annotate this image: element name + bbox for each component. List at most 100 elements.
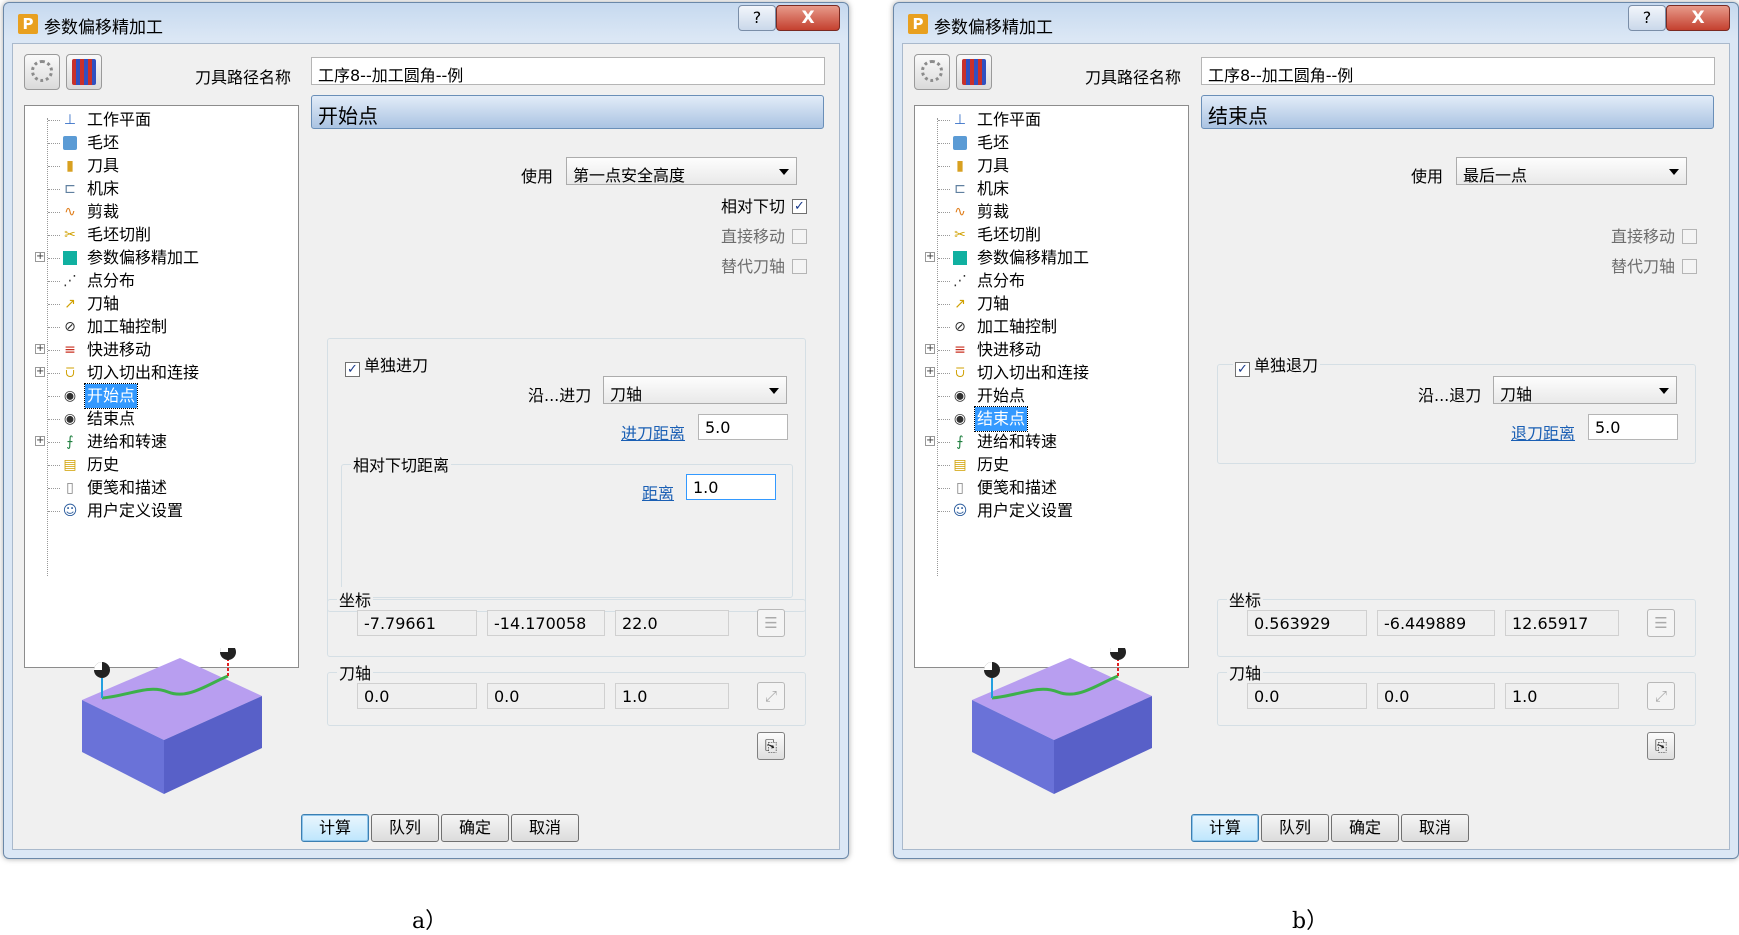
leads-links-icon: ⩂ [955,365,965,381]
approach-distance-input[interactable]: 5.0 [698,414,788,440]
recycle-icon[interactable] [24,54,60,90]
toolpath-preview-icon[interactable] [66,54,102,90]
along-select-value: 刀轴 [610,385,643,404]
queue-button[interactable]: 队列 [1261,814,1329,842]
tree-connector [48,396,60,397]
tree-connector [938,235,950,236]
tree-connector [48,304,60,305]
tree-connector [48,235,60,236]
use-label: 使用 [521,167,554,186]
tree-item-label: 开始点 [977,386,1026,405]
use-select-value: 最后一点 [1463,166,1528,185]
tree-connector [938,327,950,328]
separate-approach-checkbox[interactable]: ✓ 单独进刀 [343,352,431,377]
title-bar[interactable]: P 参数偏移精加工 ? X [894,3,1738,43]
rapid-move-icon: ≡ [64,342,76,358]
help-button[interactable]: ? [1628,5,1666,31]
expand-icon[interactable]: + [925,344,935,354]
close-button[interactable]: X [776,5,840,31]
user-settings-icon: ☺ [952,503,968,519]
tree-connector [48,373,60,374]
tool-axis-label: 刀轴 [337,660,374,684]
check-icon: ✓ [1235,362,1250,377]
approach-distance-link[interactable]: 进刀距离 [621,420,685,444]
recycle-icon[interactable] [914,54,950,90]
tree-connector [48,488,60,489]
coord-x: 0.563929 [1247,610,1367,636]
tree-item-label: 加工轴控制 [977,317,1058,336]
direct-move-label: 直接移动 [720,227,785,246]
calculate-button[interactable]: 计算 [1191,814,1259,842]
along-select[interactable]: 刀轴 [603,376,787,404]
ok-button[interactable]: 确定 [1331,814,1399,842]
use-select[interactable]: 最后一点 [1456,157,1687,185]
tree-item-label: 进给和转速 [977,432,1058,451]
start-point-icon: ◉ [63,388,77,404]
toolpath-preview-icon[interactable] [956,54,992,90]
along-select[interactable]: 刀轴 [1493,376,1677,404]
chevron-down-icon [1659,388,1669,394]
tree-panel[interactable]: ⊥ 工作平面 毛坯 ▮ 刀具 ⊏ 机床 ∿ 剪裁 ✂ 毛坯切削 + 参数偏移精加工 ⋰ 点分布 ↗ 刀轴 ⊘ 加工轴… [914,105,1189,668]
calculate-button[interactable]: 计算 [301,814,369,842]
tree-connector [48,350,60,351]
tree-connector [48,189,60,190]
tool-icon: ▮ [956,158,964,174]
edit-axis-icon[interactable]: ⤢ [757,682,785,710]
axis-k: 1.0 [615,683,729,709]
ok-button[interactable]: 确定 [441,814,509,842]
tree-item-label: 用户定义设置 [87,501,184,520]
check-icon: ✓ [792,199,807,214]
expand-icon[interactable]: + [35,344,45,354]
title-bar[interactable]: P 参数偏移精加工 ? X [4,3,848,43]
coord-z: 22.0 [615,610,729,636]
tree-item-label: 毛坯 [977,133,1010,152]
retract-distance-link[interactable]: 退刀距离 [1511,420,1575,444]
help-button[interactable]: ? [738,5,776,31]
separate-retract-checkbox[interactable]: ✓ 单独退刀 [1233,352,1321,377]
edit-axis-icon[interactable]: ⤢ [1647,682,1675,710]
expand-icon[interactable]: + [35,436,45,446]
expand-icon[interactable]: + [925,367,935,377]
strategy-icon [953,251,967,265]
end-marker-highlight [220,648,228,652]
notes-icon: ▯ [956,480,964,496]
distance-link[interactable]: 距离 [642,480,674,504]
expand-icon[interactable]: + [925,252,935,262]
tree-item-label: 结束点 [87,409,136,428]
tree-connector [48,143,60,144]
list-icon[interactable]: ☰ [1647,609,1675,637]
rapid-move-icon: ≡ [954,342,966,358]
path-name-input[interactable]: 工序8--加工圆角--例 [311,57,825,85]
cancel-button[interactable]: 取消 [511,814,579,842]
axis-control-icon: ⊘ [64,319,76,335]
relative-plunge-label: 相对下切 [720,197,785,216]
close-button[interactable]: X [1666,5,1730,31]
expand-icon[interactable]: + [35,367,45,377]
expand-icon[interactable]: + [35,252,45,262]
list-icon[interactable]: ☰ [757,609,785,637]
axis-j: 0.0 [1377,683,1495,709]
use-select[interactable]: 第一点安全高度 [566,157,797,185]
clipboard-icon[interactable]: ⎘ [757,732,785,760]
distance-input[interactable]: 1.0 [686,474,776,500]
tree-connector [48,120,60,121]
expand-icon[interactable]: + [925,436,935,446]
workplane-icon: ⊥ [953,112,967,128]
cancel-button[interactable]: 取消 [1401,814,1469,842]
chevron-down-icon [769,388,779,394]
clipboard-icon[interactable]: ⎘ [1647,732,1675,760]
retract-distance-input[interactable]: 5.0 [1588,414,1678,440]
relative-distance-title: 相对下切距离 [351,452,452,476]
tree-item-label: 点分布 [977,271,1026,290]
tree-item-label: 毛坯切削 [977,225,1042,244]
coord-x: -7.79661 [357,610,477,636]
checkbox-box [1682,229,1697,244]
tree-item-label: 刀具 [87,156,120,175]
axis-i: 0.0 [1247,683,1367,709]
path-name-input[interactable]: 工序8--加工圆角--例 [1201,57,1715,85]
chevron-down-icon [1669,169,1679,175]
tree-panel[interactable]: ⊥ 工作平面 毛坯 ▮ 刀具 ⊏ 机床 ∿ 剪裁 ✂ 毛坯切削 + 参数偏移精加工 ⋰ 点分布 ↗ 刀轴 ⊘ 加工轴… [24,105,299,668]
queue-button[interactable]: 队列 [371,814,439,842]
tree-connector [938,189,950,190]
tree-connector [938,396,950,397]
